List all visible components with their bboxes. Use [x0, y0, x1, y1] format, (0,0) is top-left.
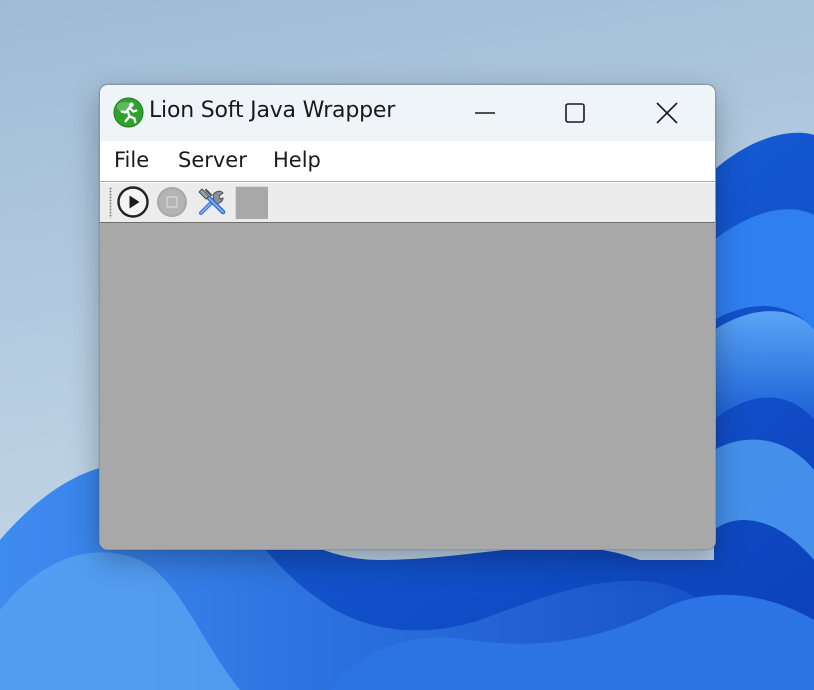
- menu-help[interactable]: Help: [273, 148, 321, 172]
- menu-bar: File Server Help: [100, 141, 715, 182]
- maximize-button[interactable]: [530, 85, 620, 141]
- stop-button[interactable]: [155, 185, 189, 219]
- menu-file[interactable]: File: [114, 148, 149, 172]
- minimize-icon: [475, 112, 495, 114]
- app-window: Lion Soft Java Wrapper File Server Help: [99, 84, 716, 550]
- play-icon: [117, 186, 149, 218]
- tools-icon: [198, 188, 226, 215]
- title-bar[interactable]: Lion Soft Java Wrapper: [100, 85, 715, 141]
- menu-server[interactable]: Server: [178, 148, 247, 172]
- close-button[interactable]: [622, 85, 712, 141]
- start-button[interactable]: [116, 185, 150, 219]
- minimize-button[interactable]: [440, 85, 530, 141]
- toolbar-grip[interactable]: [109, 187, 112, 218]
- window-title: Lion Soft Java Wrapper: [149, 98, 396, 123]
- toolbar: [100, 182, 715, 223]
- maximize-icon: [565, 103, 585, 123]
- toolbar-placeholder: [235, 186, 268, 219]
- content-area: [100, 222, 715, 549]
- settings-button[interactable]: [195, 185, 229, 219]
- running-man-icon: [113, 97, 144, 128]
- stop-icon: [157, 187, 187, 217]
- desktop: Lion Soft Java Wrapper File Server Help: [0, 0, 814, 690]
- close-icon: [656, 102, 678, 124]
